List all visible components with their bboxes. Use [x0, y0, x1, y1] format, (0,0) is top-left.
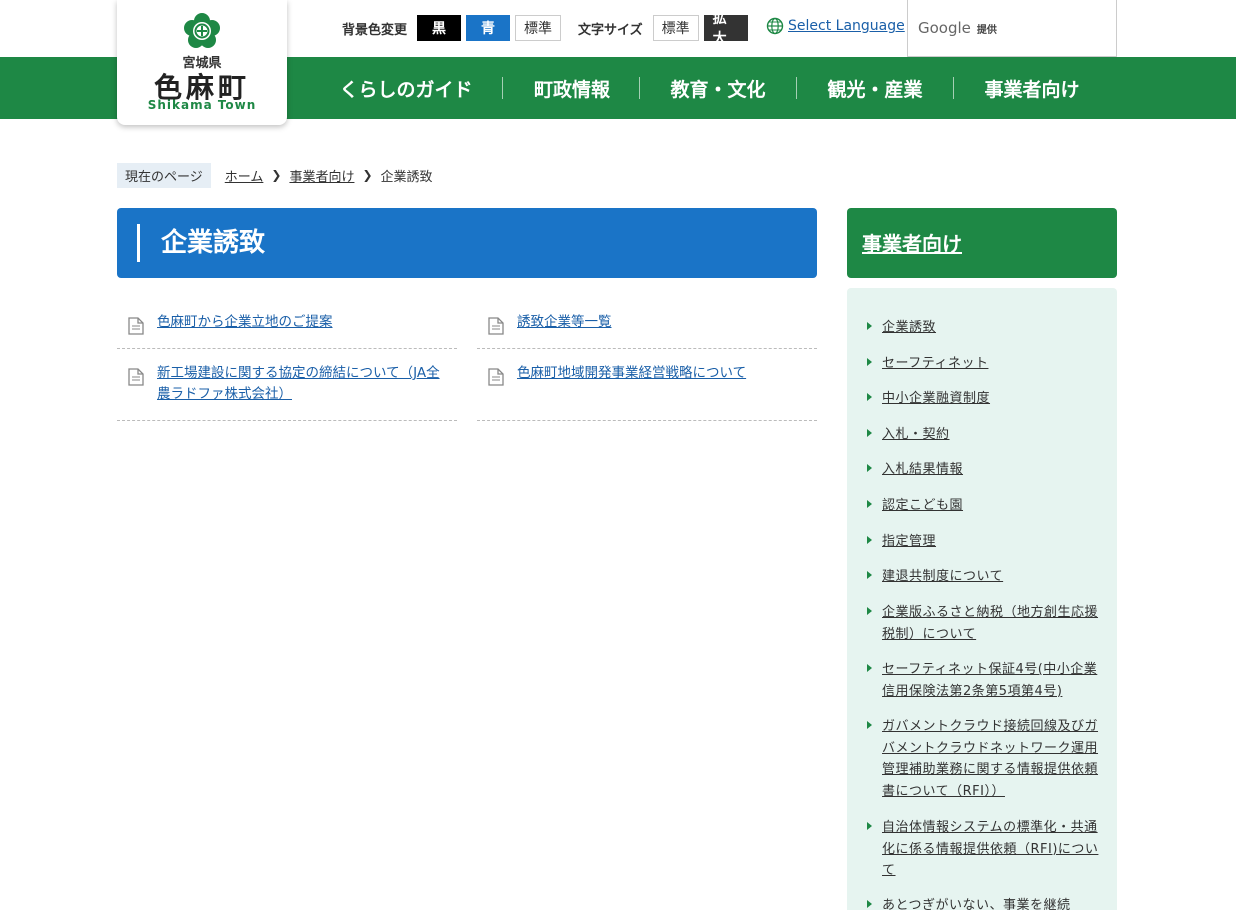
select-language-link[interactable]: Select Language — [766, 17, 905, 35]
google-logo-text: Google — [918, 19, 971, 37]
nav-divider — [502, 77, 503, 99]
nav-item-tourism-industry[interactable]: 観光・産業 — [806, 57, 944, 119]
bg-standard-button[interactable]: 標準 — [515, 15, 562, 41]
triangle-right-icon — [867, 393, 872, 401]
nav-item-town-info[interactable]: 町政情報 — [512, 57, 632, 119]
sidebar-item-label[interactable]: 自治体情報システムの標準化・共通化に係る情報提供依頼（RFI)について — [882, 817, 1102, 882]
sidebar-item-label[interactable]: ガバメントクラウド接続回線及びガバメントクラウドネットワーク運用管理補助業務に関… — [882, 716, 1102, 802]
breadcrumb-label: 現在のページ — [117, 162, 211, 188]
sidebar-item-label[interactable]: 入札・契約 — [882, 424, 1102, 446]
document-icon — [128, 317, 144, 335]
google-provided-text: 提供 — [976, 24, 997, 36]
breadcrumb: 現在のページ ホーム ❯ 事業者向け ❯ 企業誘致 — [117, 162, 433, 188]
list-item: 色麻町から企業立地のご提案 — [117, 304, 457, 349]
breadcrumb-business-link[interactable]: 事業者向け — [289, 166, 354, 185]
triangle-right-icon — [867, 571, 872, 579]
font-standard-button[interactable]: 標準 — [652, 15, 699, 41]
list-item: 色麻町地域開発事業経営戦略について — [477, 349, 817, 421]
site-logo[interactable]: 宮城県 色麻町 Shikama Town — [117, 0, 287, 125]
nav-divider — [796, 77, 797, 99]
nav-item-education-culture[interactable]: 教育・文化 — [649, 57, 787, 119]
document-icon — [488, 368, 504, 386]
triangle-right-icon — [867, 607, 872, 615]
link-invited-companies-list[interactable]: 誘致企業等一覧 — [517, 312, 812, 333]
link-new-factory-agreement[interactable]: 新工場建設に関する協定の締結について（JA全農ラドファ株式会社） — [157, 363, 449, 405]
select-language-text: Select Language — [788, 18, 905, 34]
font-size-control: 文字サイズ 標準 拡大 — [578, 11, 753, 47]
sidebar-item-label[interactable]: あとつぎがいない、事業を継続 — [882, 895, 1102, 910]
nav-divider — [639, 77, 640, 99]
sidebar-item-label[interactable]: セーフティネット — [882, 353, 1102, 375]
sidebar-item-label[interactable]: 企業誘致 — [882, 317, 1102, 339]
link-corporate-location-proposal[interactable]: 色麻町から企業立地のご提案 — [157, 312, 452, 333]
nav-item-business[interactable]: 事業者向け — [963, 57, 1101, 119]
sidebar-item-label[interactable]: 中小企業融資制度 — [882, 388, 1102, 410]
list-item: 誘致企業等一覧 — [477, 304, 817, 349]
list-item: 新工場建設に関する協定の締結について（JA全農ラドファ株式会社） — [117, 349, 457, 421]
sidebar-item-label[interactable]: 企業版ふるさと納税（地方創生応援税制）について — [882, 602, 1102, 645]
town-crest-icon — [184, 13, 220, 48]
sidebar-item-label[interactable]: 指定管理 — [882, 531, 1102, 553]
chevron-right-icon: ❯ — [362, 168, 373, 182]
town-name-en: Shikama Town — [147, 98, 257, 112]
nav-divider — [953, 77, 954, 99]
document-icon — [488, 317, 504, 335]
triangle-right-icon — [867, 358, 872, 366]
triangle-right-icon — [867, 721, 872, 729]
google-translate-widget[interactable]: Google 提供 — [907, 0, 1117, 57]
page-title: 企業誘致 — [161, 228, 266, 258]
nav-item-living-guide[interactable]: くらしのガイド — [320, 57, 492, 119]
triangle-right-icon — [867, 500, 872, 508]
font-large-button[interactable]: 拡大 — [703, 11, 748, 47]
page-title-box: 企業誘致 — [117, 208, 817, 278]
sidebar-item-label[interactable]: 入札結果情報 — [882, 459, 1102, 481]
link-regional-development-strategy[interactable]: 色麻町地域開発事業経営戦略について — [517, 363, 812, 384]
triangle-right-icon — [867, 429, 872, 437]
chevron-right-icon: ❯ — [271, 168, 282, 182]
breadcrumb-current: 企業誘致 — [380, 169, 433, 185]
sidebar-item-label[interactable]: 建退共制度について — [882, 566, 1102, 588]
triangle-right-icon — [867, 900, 872, 908]
triangle-right-icon — [867, 664, 872, 672]
document-icon — [128, 368, 144, 386]
sidebar-item-label[interactable]: 認定こども園 — [882, 495, 1102, 517]
bg-color-label: 背景色変更 — [342, 22, 408, 38]
sidebar-heading-box[interactable]: 事業者向け — [847, 208, 1117, 278]
bg-black-button[interactable]: 黒 — [417, 15, 462, 41]
background-color-control: 背景色変更 黒 青 標準 — [342, 14, 566, 42]
triangle-right-icon — [867, 322, 872, 330]
sidebar-menu: 企業誘致 セーフティネット 中小企業融資制度 入札・契約 入札結果情報 認定こど… — [847, 288, 1117, 910]
bg-blue-button[interactable]: 青 — [466, 15, 511, 41]
sidebar-item-label[interactable]: セーフティネット保証4号(中小企業信用保険法第2条第5項第4号) — [882, 659, 1102, 702]
font-size-label: 文字サイズ — [578, 22, 643, 38]
triangle-right-icon — [867, 536, 872, 544]
triangle-right-icon — [867, 464, 872, 472]
sidebar-heading: 事業者向け — [862, 232, 962, 256]
triangle-right-icon — [867, 822, 872, 830]
globe-icon — [766, 17, 784, 35]
breadcrumb-home-link[interactable]: ホーム — [225, 166, 264, 185]
title-accent-bar — [137, 224, 140, 262]
